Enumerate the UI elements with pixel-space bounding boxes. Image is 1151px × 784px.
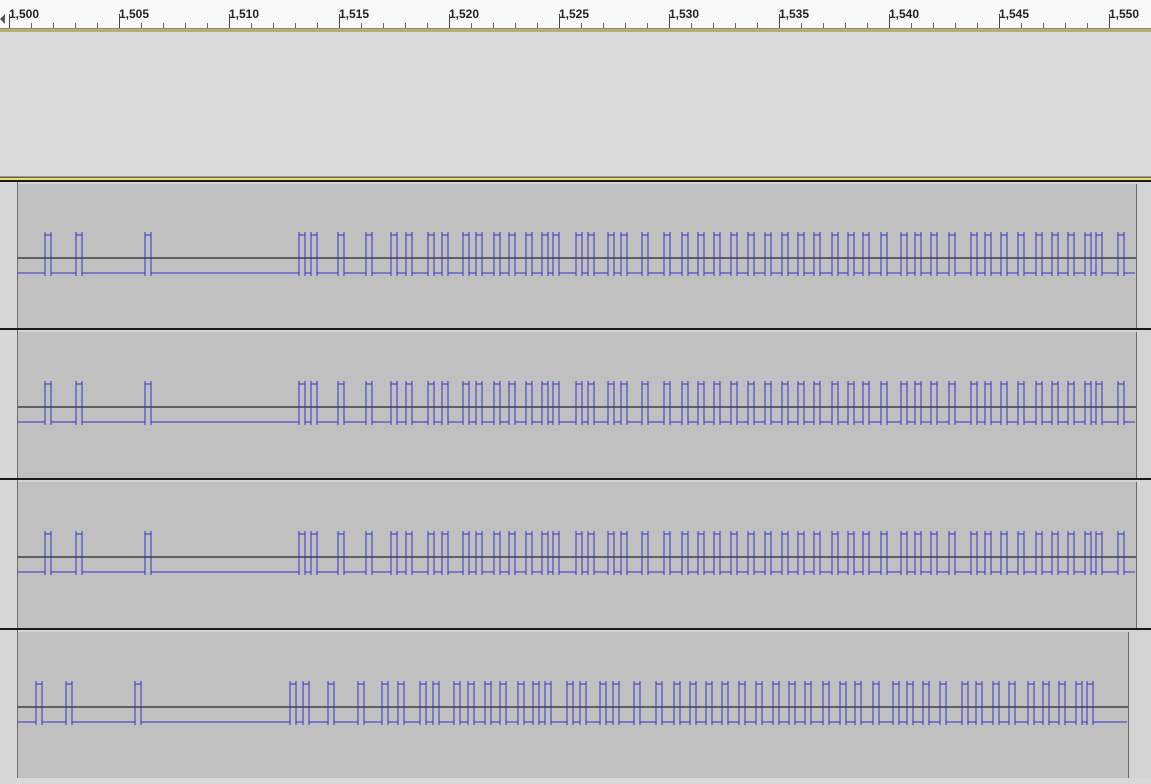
ruler-label-1545: 1,545 (999, 7, 1030, 21)
timeline-ruler[interactable]: 1,500 1,505 1,510 1,515 1,520 1,525 1,53… (0, 0, 1151, 29)
ruler-minor-tick (955, 23, 956, 28)
track-3-gutter[interactable] (0, 480, 18, 628)
ruler-major-tick (1109, 14, 1110, 28)
track-1-waveform-area[interactable] (18, 184, 1137, 328)
ruler-major-tick (9, 14, 10, 28)
ruler-label-1540: 1,540 (889, 7, 920, 21)
ruler-minor-tick (471, 23, 472, 28)
ruler-minor-tick (691, 23, 692, 28)
ruler-minor-tick (251, 23, 252, 28)
ruler-minor-tick (977, 23, 978, 28)
ruler-minor-tick (735, 23, 736, 28)
ruler-minor-tick (933, 23, 934, 28)
audio-track-4[interactable] (0, 628, 1151, 778)
ruler-minor-tick (911, 23, 912, 28)
ruler-label-1505: 1,505 (119, 7, 150, 21)
track-3-waveform (18, 531, 1136, 575)
ruler-label-1515: 1,515 (339, 7, 370, 21)
track-4-waveform (18, 681, 1128, 725)
ruler-minor-tick (713, 23, 714, 28)
ruler-label-1550: 1,550 (1109, 7, 1140, 21)
ruler-label-1520: 1,520 (449, 7, 480, 21)
ruler-minor-tick (845, 23, 846, 28)
ruler-major-tick (669, 14, 670, 28)
track-1-waveform (18, 232, 1136, 276)
track-2-gutter[interactable] (0, 330, 18, 478)
ruler-major-tick (889, 14, 890, 28)
ruler-minor-tick (405, 23, 406, 28)
ruler-minor-tick (295, 23, 296, 28)
ruler-major-tick (449, 14, 450, 28)
ruler-minor-tick (757, 23, 758, 28)
ruler-minor-tick (1021, 23, 1022, 28)
ruler-minor-tick (603, 23, 604, 28)
empty-label-track[interactable] (0, 32, 1151, 177)
ruler-minor-tick (493, 23, 494, 28)
ruler-minor-tick (31, 23, 32, 28)
ruler-label-1530: 1,530 (669, 7, 700, 21)
ruler-major-tick (339, 14, 340, 28)
ruler-major-tick (779, 14, 780, 28)
ruler-label-1510: 1,510 (229, 7, 260, 21)
ruler-left-arrow-icon (0, 14, 5, 24)
track-4-waveform-area[interactable] (18, 632, 1129, 778)
ruler-minor-tick (1065, 23, 1066, 28)
ruler-major-tick (119, 14, 120, 28)
ruler-minor-tick (581, 23, 582, 28)
ruler-minor-tick (75, 23, 76, 28)
ruler-minor-tick (207, 23, 208, 28)
ruler-minor-tick (515, 23, 516, 28)
audio-track-2[interactable] (0, 328, 1151, 478)
ruler-minor-tick (361, 23, 362, 28)
ruler-minor-tick (1087, 23, 1088, 28)
track-2-waveform-area[interactable] (18, 332, 1137, 478)
ruler-minor-tick (317, 23, 318, 28)
ruler-minor-tick (427, 23, 428, 28)
ruler-minor-tick (185, 23, 186, 28)
track-4-gutter[interactable] (0, 630, 18, 778)
ruler-minor-tick (625, 23, 626, 28)
ruler-minor-tick (537, 23, 538, 28)
ruler-minor-tick (383, 23, 384, 28)
ruler-major-tick (229, 14, 230, 28)
ruler-minor-tick (53, 23, 54, 28)
ruler-minor-tick (647, 23, 648, 28)
track-1-gutter[interactable] (0, 182, 18, 328)
ruler-minor-tick (273, 23, 274, 28)
ruler-minor-tick (163, 23, 164, 28)
track-2-waveform (18, 381, 1136, 425)
audio-track-3[interactable] (0, 478, 1151, 628)
ruler-minor-tick (823, 23, 824, 28)
ruler-minor-tick (141, 23, 142, 28)
track-3-waveform-area[interactable] (18, 482, 1137, 628)
ruler-label-1525: 1,525 (559, 7, 590, 21)
ruler-major-tick (999, 14, 1000, 28)
ruler-minor-tick (867, 23, 868, 28)
ruler-minor-tick (1043, 23, 1044, 28)
audio-track-1[interactable] (0, 180, 1151, 328)
ruler-minor-tick (801, 23, 802, 28)
ruler-label-1535: 1,535 (779, 7, 810, 21)
ruler-major-tick (559, 14, 560, 28)
ruler-label-1500: 1,500 (9, 7, 40, 21)
ruler-minor-tick (97, 23, 98, 28)
